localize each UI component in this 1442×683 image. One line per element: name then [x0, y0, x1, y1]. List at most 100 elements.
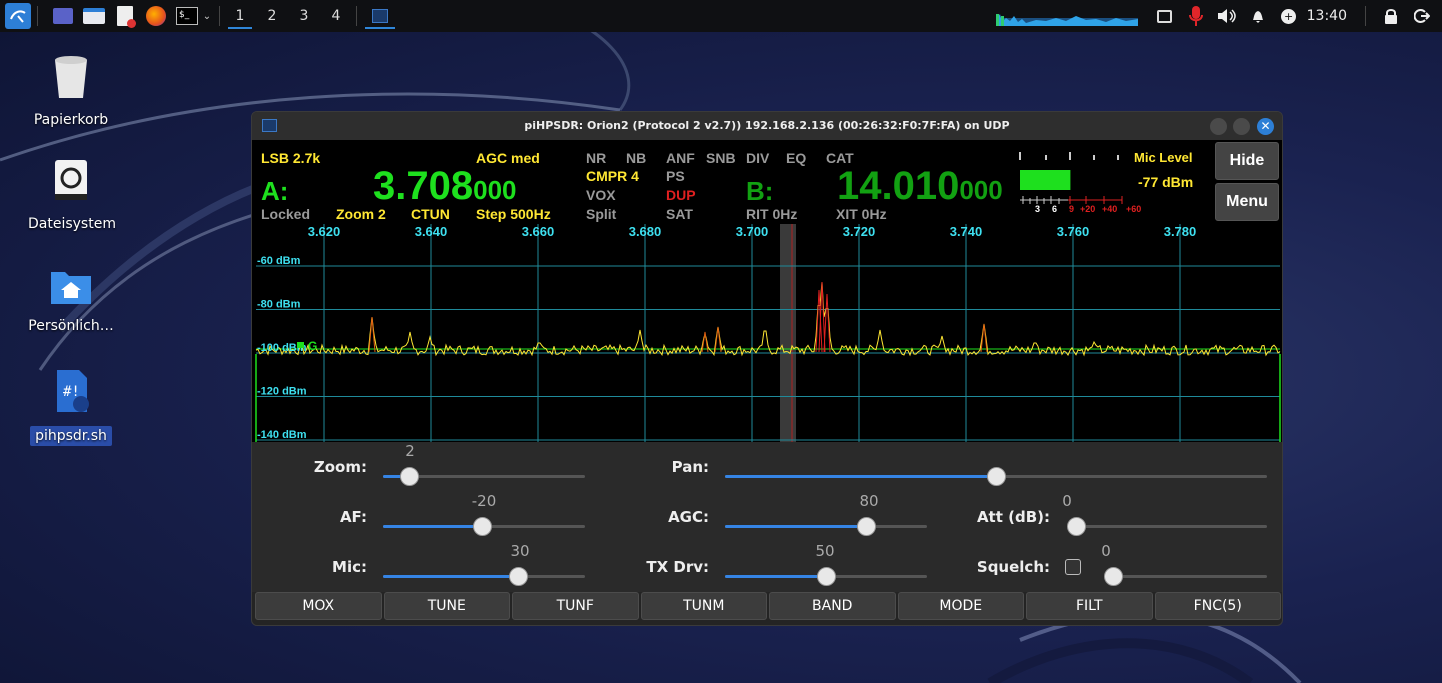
snb-flag[interactable]: SNB	[706, 150, 736, 166]
menu-button[interactable]: Menu	[1215, 183, 1279, 221]
lock-icon[interactable]	[1379, 5, 1403, 27]
show-desktop-icon[interactable]	[51, 5, 75, 27]
meter-scale-9: 9	[1069, 204, 1075, 214]
dbm-tick-label: -80 dBm	[257, 299, 301, 311]
att-slider-handle[interactable]	[1067, 517, 1086, 536]
step-status[interactable]: Step 500Hz	[476, 206, 551, 222]
hide-button[interactable]: Hide	[1215, 142, 1279, 180]
pihpsdr-task-button[interactable]	[363, 0, 397, 32]
kali-menu-icon[interactable]	[5, 3, 31, 29]
notes-icon[interactable]	[1153, 5, 1177, 27]
update-icon[interactable]: +	[1277, 5, 1301, 27]
agc-mode[interactable]: AGC med	[476, 150, 540, 166]
text-editor-icon[interactable]	[113, 5, 137, 28]
microphone-icon[interactable]	[1184, 5, 1208, 27]
desktop-icon-filesystem[interactable]: Dateisystem	[28, 158, 116, 232]
tunm-button[interactable]: TUNM	[640, 592, 767, 620]
pihpsdr-icon	[372, 9, 388, 23]
af-gain-slider[interactable]	[383, 517, 585, 536]
filt-button[interactable]: FILT	[1026, 592, 1153, 620]
meter-scale-40: +40	[1102, 204, 1118, 214]
function-button-row: MOX TUNE TUNF TUNM BAND MODE FILT FNC(5)	[255, 592, 1281, 620]
squelch-slider[interactable]	[1104, 567, 1267, 586]
agc-slider-handle[interactable]	[857, 517, 877, 536]
vox-flag[interactable]: VOX	[586, 187, 616, 203]
zoom-label: Zoom:	[313, 458, 367, 476]
close-button[interactable]: ✕	[1257, 118, 1274, 135]
pan-slider[interactable]	[725, 467, 1267, 486]
workspace-3[interactable]: 3	[290, 0, 318, 32]
fnc-button[interactable]: FNC(5)	[1154, 592, 1281, 620]
pihpsdr-window: piHPSDR: Orion2 (Protocol 2 v2.7)) 192.1…	[251, 111, 1283, 626]
rit-status[interactable]: RIT 0Hz	[746, 206, 797, 222]
window-title: piHPSDR: Orion2 (Protocol 2 v2.7)) 192.1…	[524, 119, 1010, 132]
desktop-icon-pihpsdr-sh[interactable]: #! pihpsdr.sh	[28, 368, 114, 446]
vfo-a-label: A:	[261, 176, 289, 206]
attenuation-slider[interactable]	[1067, 517, 1267, 536]
mic-level-meter[interactable]: 3 6 9 +20 +40 +60 Mic Level -77 dBm	[1018, 146, 1198, 218]
firefox-icon[interactable]	[144, 5, 168, 27]
desktop-icon-home[interactable]: Persönlich…	[28, 268, 114, 334]
workspace-1[interactable]: 1	[226, 0, 254, 32]
agc-value: 80	[859, 492, 879, 510]
mic-slider-handle[interactable]	[509, 567, 529, 586]
div-flag[interactable]: DIV	[746, 150, 769, 166]
tunf-button[interactable]: TUNF	[512, 592, 639, 620]
split-flag[interactable]: Split	[586, 206, 616, 222]
cpu-graph	[995, 14, 1138, 26]
squelch-slider-handle[interactable]	[1104, 567, 1123, 586]
xit-status[interactable]: XIT 0Hz	[836, 206, 887, 222]
af-label: AF:	[339, 508, 367, 526]
agc-slider[interactable]	[725, 517, 927, 536]
tune-button[interactable]: TUNE	[383, 592, 510, 620]
minimize-button[interactable]	[1210, 118, 1227, 135]
panadapter[interactable]: 3.620 3.640 3.660 3.680 3.700 3.720 3.740 3.760…	[252, 224, 1282, 442]
volume-icon[interactable]	[1215, 5, 1239, 27]
spectrum-trace	[255, 281, 1281, 357]
vfo-b-frequency[interactable]: 14.010000	[837, 166, 1003, 210]
workspace-4[interactable]: 4	[322, 0, 350, 32]
clock[interactable]: 13:40	[1307, 8, 1347, 24]
terminal-icon[interactable]: $_	[175, 5, 199, 27]
vfo-a-frequency[interactable]: 3.708000	[373, 166, 517, 210]
txdrv-slider-handle[interactable]	[817, 567, 836, 586]
nr-flag[interactable]: NR	[586, 150, 606, 166]
txdrv-label: TX Drv:	[646, 558, 709, 576]
vfo-display[interactable]: LSB 2.7k AGC med A: 3.708000 Locked Zoom…	[252, 140, 1282, 224]
chevron-down-icon[interactable]: ⌄	[201, 5, 213, 27]
eq-flag[interactable]: EQ	[786, 150, 806, 166]
maximize-button[interactable]	[1233, 118, 1250, 135]
dup-flag[interactable]: DUP	[666, 187, 696, 203]
file-manager-icon[interactable]	[82, 5, 106, 27]
desktop-icon-trash[interactable]: Papierkorb	[28, 54, 114, 128]
dbm-tick-label: -140 dBm	[257, 429, 307, 441]
sat-flag[interactable]: SAT	[666, 206, 693, 222]
squelch-checkbox[interactable]	[1065, 559, 1081, 575]
script-file-icon: #!	[57, 370, 89, 412]
bell-icon[interactable]	[1246, 5, 1270, 27]
zoom-slider-handle[interactable]	[400, 467, 420, 486]
zoom-value: 2	[405, 442, 415, 460]
af-slider-handle[interactable]	[472, 517, 492, 536]
mox-button[interactable]: MOX	[255, 592, 382, 620]
ctun-status[interactable]: CTUN	[411, 206, 450, 222]
logout-icon[interactable]	[1410, 5, 1434, 27]
meter-scale-60: +60	[1126, 204, 1142, 214]
close-icon: ✕	[1260, 119, 1271, 133]
mode-filter[interactable]: LSB 2.7k	[261, 150, 320, 166]
mode-button[interactable]: MODE	[897, 592, 1024, 620]
system-tray: + 13:40	[995, 0, 1442, 32]
tx-drive-slider[interactable]	[725, 567, 927, 586]
window-titlebar[interactable]: piHPSDR: Orion2 (Protocol 2 v2.7)) 192.1…	[252, 112, 1282, 140]
mic-gain-slider[interactable]	[383, 567, 585, 586]
lock-status[interactable]: Locked	[261, 206, 310, 222]
band-button[interactable]: BAND	[769, 592, 896, 620]
zoom-slider[interactable]	[383, 467, 585, 486]
pan-slider-handle[interactable]	[987, 467, 1006, 486]
cmpr-flag[interactable]: CMPR 4	[586, 168, 639, 184]
meter-scale-6: 6	[1052, 204, 1058, 214]
workspace-2[interactable]: 2	[258, 0, 286, 32]
nb-flag[interactable]: NB	[626, 150, 646, 166]
anf-flag[interactable]: ANF	[666, 150, 695, 166]
ps-flag[interactable]: PS	[666, 168, 685, 184]
